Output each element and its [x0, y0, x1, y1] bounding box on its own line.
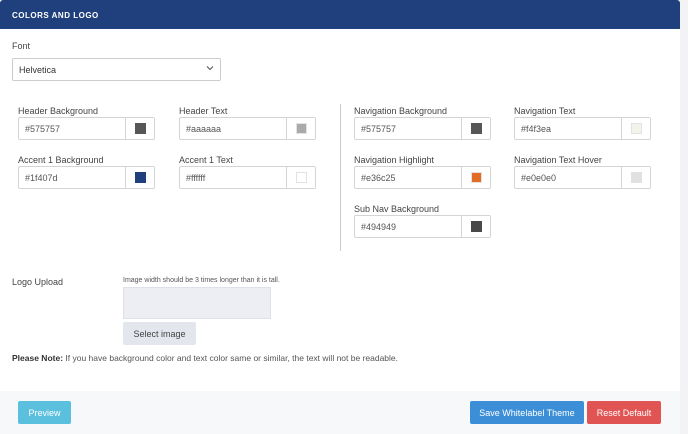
header-text-label: Header Text — [179, 106, 228, 116]
font-label: Font — [12, 41, 31, 51]
note-prefix: Please Note: — [12, 353, 64, 363]
accent1-text-swatch — [296, 172, 307, 183]
nav-highlight-swatch — [471, 172, 482, 183]
panel-header: COLORS AND LOGO — [0, 0, 680, 29]
page-background-edge — [680, 0, 688, 434]
nav-highlight-value: #e36c25 — [361, 173, 396, 183]
column-divider — [340, 104, 341, 251]
nav-text-label: Navigation Text — [514, 106, 576, 116]
nav-text-hover-input[interactable]: #e0e0e0 — [514, 166, 651, 189]
header-text-picker[interactable] — [286, 118, 315, 139]
logo-upload-label: Logo Upload — [12, 277, 64, 287]
reset-default-button[interactable]: Reset Default — [587, 401, 661, 424]
note: Please Note: If you have background colo… — [12, 353, 398, 363]
font-select-value: Helvetica — [19, 65, 57, 75]
subnav-background-picker[interactable] — [461, 216, 490, 237]
accent1-background-swatch — [135, 172, 146, 183]
accent1-background-input[interactable]: #1f407d — [18, 166, 155, 189]
accent1-text-input[interactable]: #ffffff — [179, 166, 316, 189]
logo-upload-hint: Image width should be 3 times longer tha… — [123, 277, 280, 284]
nav-background-input[interactable]: #575757 — [354, 117, 491, 140]
subnav-background-value: #494949 — [361, 222, 397, 232]
accent1-text-label: Accent 1 Text — [179, 155, 233, 165]
accent1-text-value: #ffffff — [186, 173, 206, 183]
nav-background-swatch — [471, 123, 482, 134]
subnav-background-label: Sub Nav Background — [354, 204, 440, 214]
panel-title: COLORS AND LOGO — [12, 11, 99, 20]
header-background-value: #575757 — [25, 124, 61, 134]
accent1-background-label: Accent 1 Background — [18, 155, 104, 165]
chevron-down-icon — [206, 66, 214, 71]
nav-text-input[interactable]: #f4f3ea — [514, 117, 651, 140]
nav-text-hover-value: #e0e0e0 — [521, 173, 557, 183]
nav-text-value: #f4f3ea — [521, 124, 552, 134]
header-background-label: Header Background — [18, 106, 99, 116]
preview-button[interactable]: Preview — [18, 401, 71, 424]
subnav-background-input[interactable]: #494949 — [354, 215, 491, 238]
accent1-background-picker[interactable] — [125, 167, 154, 188]
header-text-input[interactable]: #aaaaaa — [179, 117, 316, 140]
header-background-input[interactable]: #575757 — [18, 117, 155, 140]
save-whitelabel-theme-button[interactable]: Save Whitelabel Theme — [470, 401, 584, 424]
font-select[interactable]: Helvetica — [12, 58, 221, 81]
header-text-value: #aaaaaa — [186, 124, 222, 134]
nav-text-hover-label: Navigation Text Hover — [514, 155, 602, 165]
nav-background-picker[interactable] — [461, 118, 490, 139]
note-text: If you have background color and text co… — [63, 353, 399, 363]
nav-background-value: #575757 — [361, 124, 397, 134]
subnav-background-swatch — [471, 221, 482, 232]
header-background-swatch — [135, 123, 146, 134]
header-text-swatch — [296, 123, 307, 134]
accent1-background-value: #1f407d — [25, 173, 58, 183]
accent1-text-picker[interactable] — [286, 167, 315, 188]
nav-highlight-label: Navigation Highlight — [354, 155, 435, 165]
logo-preview — [123, 287, 271, 319]
nav-text-picker[interactable] — [621, 118, 650, 139]
nav-text-swatch — [631, 123, 642, 134]
nav-text-hover-picker[interactable] — [621, 167, 650, 188]
nav-background-label: Navigation Background — [354, 106, 448, 116]
select-image-button[interactable]: Select image — [123, 322, 196, 345]
header-background-picker[interactable] — [125, 118, 154, 139]
nav-text-hover-swatch — [631, 172, 642, 183]
nav-highlight-input[interactable]: #e36c25 — [354, 166, 491, 189]
nav-highlight-picker[interactable] — [461, 167, 490, 188]
